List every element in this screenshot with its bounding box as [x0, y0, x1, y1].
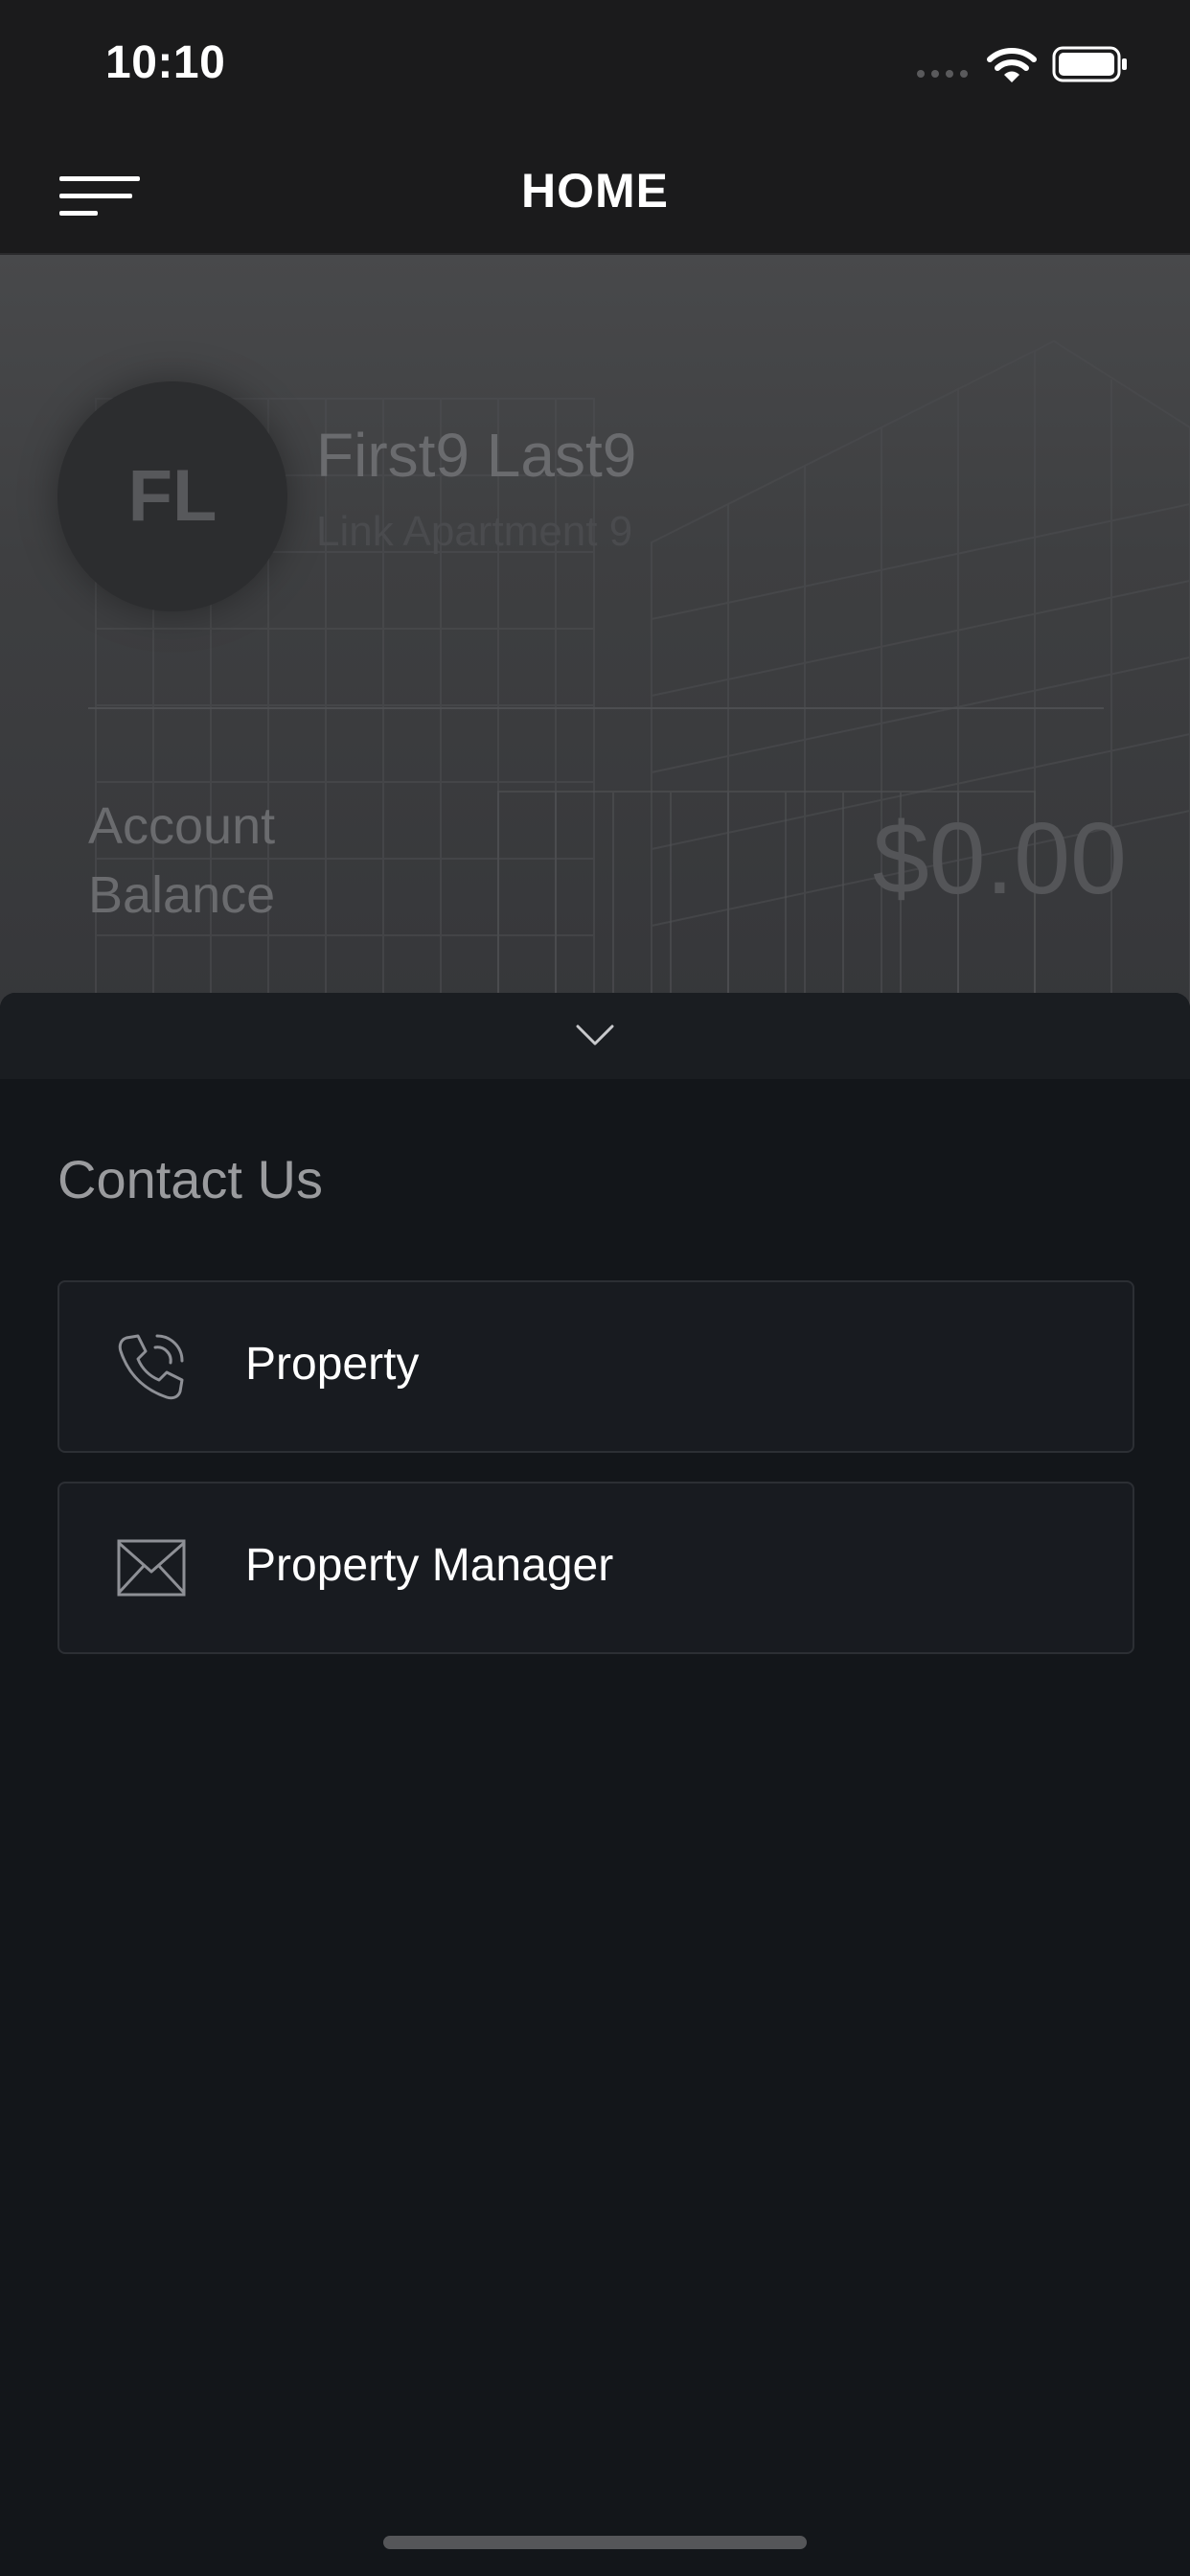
- divider: [88, 707, 1104, 709]
- page-title: HOME: [521, 164, 669, 218]
- phone-icon: [118, 1334, 184, 1400]
- user-unit: Link Apartment 9: [316, 508, 633, 555]
- account-header: FL First9 Last9 Link Apartment 9 Account…: [0, 255, 1190, 1012]
- battery-icon: [1052, 46, 1127, 82]
- status-time: 10:10: [105, 37, 226, 88]
- balance-value: $0.00: [872, 802, 1127, 915]
- navigation-bar: HOME: [0, 134, 1190, 255]
- signal-dots-icon: [917, 70, 968, 78]
- contact-property-manager-button[interactable]: Property Manager: [57, 1482, 1134, 1654]
- chevron-down-icon: [576, 1024, 614, 1046]
- sheet-collapse-handle[interactable]: [0, 993, 1190, 1079]
- contact-property-button[interactable]: Property: [57, 1280, 1134, 1453]
- contact-section-title: Contact Us: [57, 1149, 323, 1209]
- avatar-initials: FL: [127, 455, 217, 537]
- balance-label: Account Balance: [88, 797, 276, 924]
- contact-property-label: Property: [245, 1339, 420, 1390]
- contact-property-manager-label: Property Manager: [245, 1540, 614, 1591]
- user-name: First9 Last9: [316, 421, 637, 490]
- avatar[interactable]: FL: [57, 381, 287, 611]
- mail-icon: [117, 1539, 186, 1597]
- contact-sheet: Contact Us Property Property Manager: [0, 993, 1190, 2576]
- wifi-icon: [987, 48, 1037, 82]
- status-bar: 10:10: [0, 0, 1190, 134]
- home-indicator[interactable]: [383, 2536, 807, 2549]
